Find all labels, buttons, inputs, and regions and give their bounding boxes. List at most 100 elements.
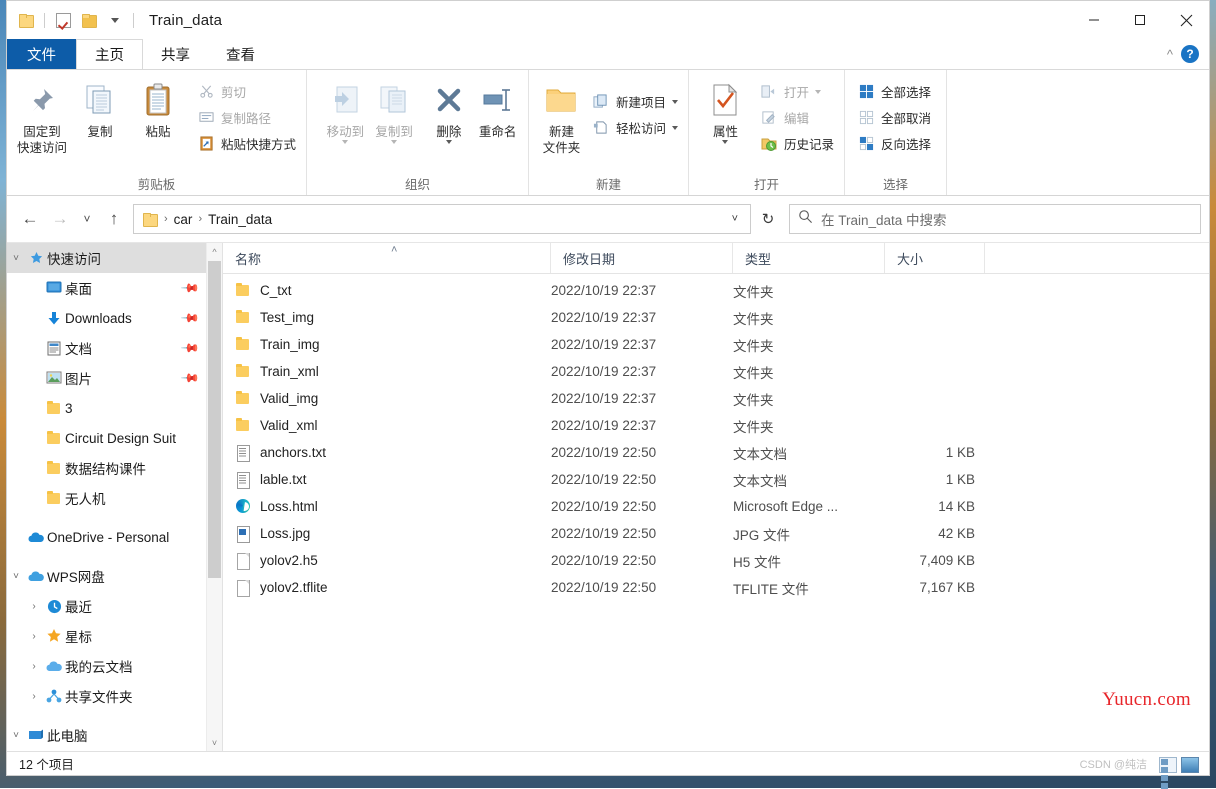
- view-details-button[interactable]: [1159, 757, 1177, 773]
- sidebar-item-pictures[interactable]: 图片 📌: [7, 363, 206, 393]
- file-name-cell[interactable]: yolov2.tflite: [223, 574, 551, 601]
- scrollbar-thumb[interactable]: [208, 261, 221, 578]
- file-name-cell[interactable]: C_txt: [223, 277, 551, 304]
- ribbon-delete-button[interactable]: 删除: [425, 76, 474, 144]
- view-large-icons-button[interactable]: [1181, 757, 1199, 773]
- table-row[interactable]: Train_xml 2022/10/19 22:37 文件夹: [223, 358, 1209, 385]
- tab-file[interactable]: 文件: [7, 39, 76, 69]
- table-row[interactable]: Train_img 2022/10/19 22:37 文件夹: [223, 331, 1209, 358]
- table-row[interactable]: anchors.txt 2022/10/19 22:50 文本文档 1 KB: [223, 439, 1209, 466]
- ribbon-history-button[interactable]: 历史记录: [756, 132, 838, 155]
- column-header-name[interactable]: 名称 ˄: [223, 243, 551, 273]
- sidebar-item-wps-cloud[interactable]: ˅ WPS网盘: [7, 561, 206, 591]
- up-icon[interactable]: ↑: [99, 204, 129, 234]
- qat-properties-icon[interactable]: [13, 7, 39, 33]
- ribbon-move-to-button[interactable]: 移动到: [321, 76, 370, 144]
- ribbon-select-all-button[interactable]: 全部选择: [853, 80, 935, 103]
- table-row[interactable]: C_txt 2022/10/19 22:37 文件夹: [223, 277, 1209, 304]
- ribbon-new-folder-button[interactable]: 新建 文件夹: [541, 76, 582, 156]
- chevron-down-icon[interactable]: [342, 140, 348, 144]
- file-name-cell[interactable]: Loss.jpg: [223, 520, 551, 547]
- ribbon-pin-to-quick-access-button[interactable]: 固定到 快速访问: [13, 76, 71, 156]
- qat-checkbox-icon[interactable]: [50, 7, 76, 33]
- scroll-up-icon[interactable]: ^: [207, 243, 222, 260]
- ribbon-cut-button[interactable]: 剪切: [193, 80, 300, 103]
- close-icon[interactable]: [1163, 1, 1209, 39]
- ribbon-copy-to-button[interactable]: 复制到: [370, 76, 419, 144]
- breadcrumb-chevron-down-icon[interactable]: ˅: [726, 213, 744, 225]
- ribbon-new-item-button[interactable]: 新建项目: [588, 90, 682, 113]
- chevron-up-icon[interactable]: ^: [1167, 47, 1173, 62]
- chevron-down-icon[interactable]: [446, 140, 452, 144]
- back-icon[interactable]: ←: [15, 204, 45, 234]
- sidebar-item-downloads[interactable]: Downloads 📌: [7, 303, 206, 333]
- chevron-down-icon[interactable]: [672, 126, 678, 130]
- sidebar-item-starred[interactable]: › 星标: [7, 621, 206, 651]
- ribbon-paste-shortcut-button[interactable]: 粘贴快捷方式: [193, 132, 300, 155]
- sidebar-item-circuit-design-suit[interactable]: Circuit Design Suit: [7, 423, 206, 453]
- minimize-icon[interactable]: [1071, 1, 1117, 39]
- chevron-down-icon[interactable]: [391, 140, 397, 144]
- forward-icon[interactable]: →: [45, 204, 75, 234]
- column-header-type[interactable]: 类型: [733, 243, 885, 273]
- ribbon-select-none-button[interactable]: 全部取消: [853, 106, 935, 129]
- column-header-size[interactable]: 大小: [885, 243, 985, 273]
- file-name-cell[interactable]: yolov2.h5: [223, 547, 551, 574]
- maximize-icon[interactable]: [1117, 1, 1163, 39]
- ribbon-copy-button[interactable]: 复制: [71, 76, 129, 140]
- file-name-cell[interactable]: anchors.txt: [223, 439, 551, 466]
- recent-locations-chevron-down-icon[interactable]: ˅: [75, 204, 99, 234]
- pin-icon[interactable]: 📌: [180, 368, 200, 388]
- chevron-down-icon[interactable]: [672, 100, 678, 104]
- ribbon-edit-button[interactable]: 编辑: [756, 106, 838, 129]
- table-row[interactable]: Valid_img 2022/10/19 22:37 文件夹: [223, 385, 1209, 412]
- sidebar-item-data-structure-courseware[interactable]: 数据结构课件: [7, 453, 206, 483]
- ribbon-rename-button[interactable]: 重命名: [473, 76, 522, 140]
- qat-new-folder-icon[interactable]: [76, 7, 102, 33]
- qat-customize-chevron-down-icon[interactable]: [102, 7, 128, 33]
- table-row[interactable]: lable.txt 2022/10/19 22:50 文本文档 1 KB: [223, 466, 1209, 493]
- table-row[interactable]: Valid_xml 2022/10/19 22:37 文件夹: [223, 412, 1209, 439]
- chevron-right-icon[interactable]: ›: [25, 661, 43, 672]
- sidebar-item-onedrive[interactable]: OneDrive - Personal: [7, 522, 206, 552]
- file-name-cell[interactable]: Valid_xml: [223, 412, 551, 439]
- pin-icon[interactable]: 📌: [180, 308, 200, 328]
- sidebar-item-my-cloud-docs[interactable]: › 我的云文档: [7, 651, 206, 681]
- tab-view[interactable]: 查看: [208, 39, 273, 69]
- sidebar-item-drone[interactable]: 无人机: [7, 483, 206, 513]
- chevron-down-icon[interactable]: [815, 90, 821, 94]
- ribbon-copy-path-button[interactable]: 复制路径: [193, 106, 300, 129]
- file-name-cell[interactable]: Train_img: [223, 331, 551, 358]
- scroll-down-icon[interactable]: ˅: [207, 734, 222, 751]
- navigation-scrollbar[interactable]: ^ ˅: [206, 243, 222, 751]
- chevron-right-icon[interactable]: ›: [25, 631, 43, 642]
- sidebar-item-3[interactable]: 3: [7, 393, 206, 423]
- sidebar-item-shared-folder[interactable]: › 共享文件夹: [7, 681, 206, 711]
- refresh-icon[interactable]: ↻: [751, 204, 785, 234]
- ribbon-open-button[interactable]: 打开: [756, 80, 838, 103]
- sidebar-item-desktop[interactable]: 桌面 📌: [7, 273, 206, 303]
- chevron-down-icon[interactable]: ˅: [7, 730, 25, 741]
- chevron-right-icon[interactable]: ›: [25, 601, 43, 612]
- help-icon[interactable]: ?: [1181, 45, 1199, 63]
- table-row[interactable]: yolov2.h5 2022/10/19 22:50 H5 文件 7,409 K…: [223, 547, 1209, 574]
- sidebar-item-documents[interactable]: 文档 📌: [7, 333, 206, 363]
- table-row[interactable]: yolov2.tflite 2022/10/19 22:50 TFLITE 文件…: [223, 574, 1209, 601]
- table-row[interactable]: Test_img 2022/10/19 22:37 文件夹: [223, 304, 1209, 331]
- ribbon-invert-selection-button[interactable]: 反向选择: [853, 132, 935, 155]
- breadcrumb-item-train-data[interactable]: Train_data: [204, 212, 276, 227]
- file-name-cell[interactable]: Test_img: [223, 304, 551, 331]
- chevron-down-icon[interactable]: ˅: [7, 571, 25, 582]
- breadcrumb-item-car[interactable]: car: [170, 212, 197, 227]
- table-row[interactable]: Loss.html 2022/10/19 22:50 Microsoft Edg…: [223, 493, 1209, 520]
- chevron-down-icon[interactable]: [722, 140, 728, 144]
- file-name-cell[interactable]: Train_xml: [223, 358, 551, 385]
- sidebar-item-recent[interactable]: › 最近: [7, 591, 206, 621]
- pin-icon[interactable]: 📌: [180, 278, 200, 298]
- pin-icon[interactable]: 📌: [180, 338, 200, 358]
- sidebar-item-quick-access[interactable]: ˅ 快速访问: [7, 243, 206, 273]
- table-row[interactable]: Loss.jpg 2022/10/19 22:50 JPG 文件 42 KB: [223, 520, 1209, 547]
- ribbon-properties-button[interactable]: 属性: [699, 76, 752, 144]
- file-name-cell[interactable]: lable.txt: [223, 466, 551, 493]
- breadcrumb[interactable]: › car › Train_data ˅: [133, 204, 751, 234]
